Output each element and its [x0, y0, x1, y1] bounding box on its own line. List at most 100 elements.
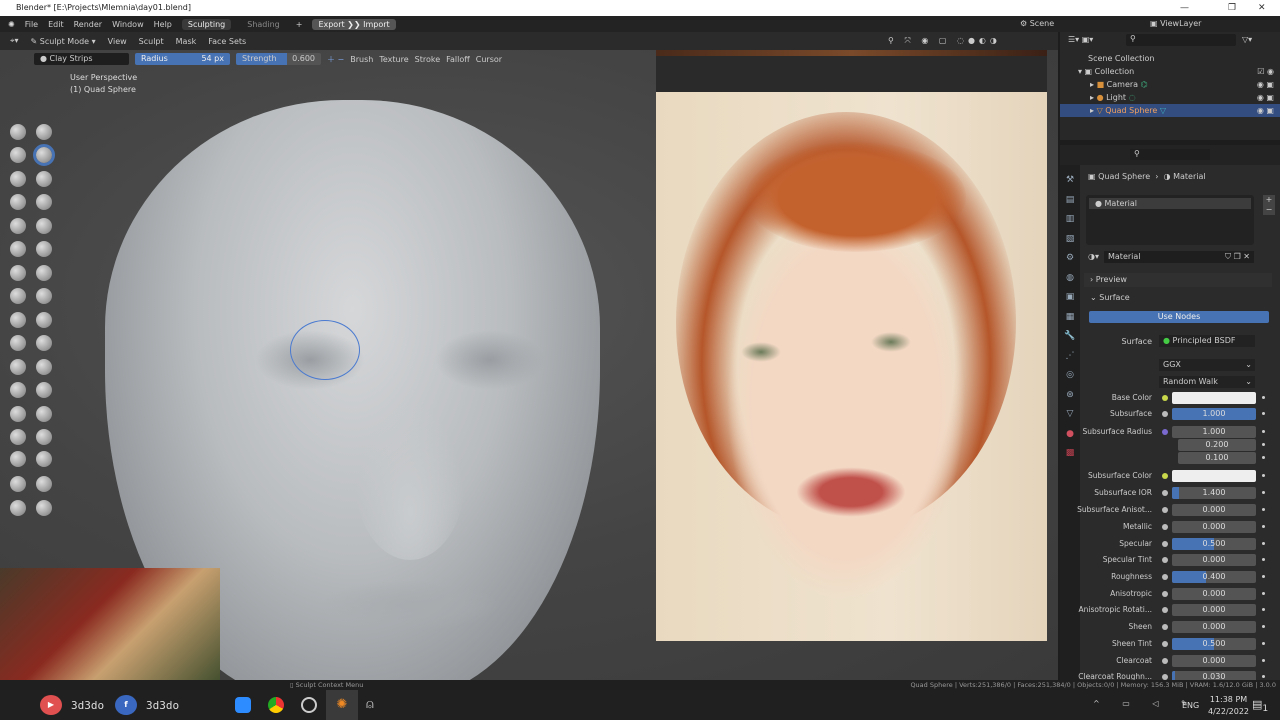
- input-value-field[interactable]: 0.000: [1172, 504, 1256, 516]
- menu-render[interactable]: Render: [74, 20, 102, 29]
- editor-type-icon[interactable]: ⌖▾: [10, 36, 19, 46]
- keyframe-dot-icon[interactable]: [1262, 456, 1265, 459]
- socket-icon[interactable]: [1162, 507, 1168, 513]
- sculpt-brush-tool-icon[interactable]: [10, 241, 26, 257]
- socket-icon[interactable]: [1162, 574, 1168, 580]
- clock[interactable]: 11:38 PM 4/22/2022: [1208, 695, 1249, 716]
- outliner-item-light[interactable]: ▸ ● Light ◌ ◉ ▣: [1060, 91, 1280, 104]
- socket-icon[interactable]: [1162, 607, 1168, 613]
- sculpt-brush-tool-icon[interactable]: [10, 451, 26, 467]
- input-value-field[interactable]: 0.000: [1172, 554, 1256, 566]
- falloff-menu[interactable]: Falloff: [446, 55, 470, 64]
- keyframe-dot-icon[interactable]: [1262, 659, 1265, 662]
- keyframe-dot-icon[interactable]: [1262, 412, 1265, 415]
- visibility-icon[interactable]: ◉ ▣: [1257, 104, 1274, 117]
- brush-selector[interactable]: ● Clay Strips: [34, 53, 129, 65]
- sculpt-brush-tool-icon[interactable]: [10, 147, 26, 163]
- sculpt-brush-tool-icon[interactable]: [10, 312, 26, 328]
- tab-shading[interactable]: Shading: [241, 19, 286, 30]
- texture-menu[interactable]: Texture: [379, 55, 408, 64]
- socket-icon[interactable]: [1162, 541, 1168, 547]
- sculpt-brush-tool-icon[interactable]: [10, 171, 26, 187]
- brush-menu[interactable]: Brush: [350, 55, 373, 64]
- material-browse-icon[interactable]: ◑▾: [1088, 252, 1099, 261]
- sculpt-brush-tool-icon[interactable]: [10, 500, 26, 516]
- socket-icon[interactable]: [1162, 624, 1168, 630]
- socket-icon[interactable]: [1162, 473, 1168, 479]
- input-value-field[interactable]: 0.000: [1172, 521, 1256, 533]
- input-value-field[interactable]: 1.000: [1172, 408, 1256, 420]
- sculpt-brush-tool-icon[interactable]: [36, 218, 52, 234]
- sculpt-brush-tool-icon[interactable]: [10, 124, 26, 140]
- sculpt-brush-tool-icon[interactable]: [10, 406, 26, 422]
- menu-face-sets[interactable]: Face Sets: [208, 37, 246, 46]
- maximize-button[interactable]: ❐: [1228, 0, 1236, 16]
- socket-icon[interactable]: [1162, 395, 1168, 401]
- menu-sculpt[interactable]: Sculpt: [139, 37, 164, 46]
- filter-icon[interactable]: ▽▾: [1242, 35, 1252, 44]
- distribution-dropdown[interactable]: GGX ⌄: [1159, 359, 1255, 371]
- surface-shader-field[interactable]: ● Principled BSDF: [1159, 335, 1255, 347]
- sculpt-brush-tool-icon[interactable]: [36, 288, 52, 304]
- material-name-field[interactable]: Material ⛉ ❐ ✕: [1104, 251, 1254, 263]
- visibility-icon[interactable]: ◉ ▣: [1257, 78, 1274, 91]
- socket-icon[interactable]: [1162, 490, 1168, 496]
- keyframe-dot-icon[interactable]: [1262, 642, 1265, 645]
- strength-slider[interactable]: Strength 0.600: [236, 53, 321, 65]
- sculpt-brush-tool-icon[interactable]: [10, 265, 26, 281]
- keyframe-dot-icon[interactable]: [1262, 625, 1265, 628]
- tab-sculpting[interactable]: Sculpting: [181, 18, 232, 30]
- viewlayer-selector[interactable]: ▣ ViewLayer: [1150, 19, 1201, 28]
- sculpt-brush-tool-icon[interactable]: [36, 265, 52, 281]
- socket-icon[interactable]: [1162, 557, 1168, 563]
- input-value-field[interactable]: 0.000: [1172, 588, 1256, 600]
- menu-help[interactable]: Help: [154, 20, 172, 29]
- subsurface-method-dropdown[interactable]: Random Walk ⌄: [1159, 376, 1255, 388]
- input-value-field[interactable]: [1172, 392, 1256, 404]
- keyframe-dot-icon[interactable]: [1262, 430, 1265, 433]
- input-value-field[interactable]: 0.400: [1172, 571, 1256, 583]
- blender-logo-icon[interactable]: ✺: [8, 20, 15, 29]
- sculpt-brush-tool-icon[interactable]: [36, 312, 52, 328]
- properties-search[interactable]: ⚲: [1130, 149, 1210, 160]
- visibility-icon[interactable]: ◉ ▣: [1257, 91, 1274, 104]
- sculpt-brush-tool-icon[interactable]: [36, 359, 52, 375]
- socket-icon[interactable]: [1162, 429, 1168, 435]
- add-direction-icon[interactable]: ＋ −: [327, 54, 344, 65]
- language-indicator[interactable]: ENG: [1182, 701, 1199, 710]
- sculpt-brush-tool-icon[interactable]: [10, 335, 26, 351]
- keyframe-dot-icon[interactable]: [1262, 558, 1265, 561]
- keyframe-dot-icon[interactable]: [1262, 575, 1265, 578]
- keyframe-dot-icon[interactable]: [1262, 608, 1265, 611]
- input-value-field[interactable]: 0.500: [1172, 538, 1256, 550]
- outliner-item-scene-collection[interactable]: Scene Collection: [1060, 52, 1280, 65]
- sculpt-brush-tool-icon[interactable]: [33, 144, 55, 166]
- notification-icon[interactable]: ▤1: [1252, 698, 1268, 714]
- menu-mask[interactable]: Mask: [176, 37, 197, 46]
- radius-slider[interactable]: Radius 54 px: [135, 53, 230, 65]
- input-value-field[interactable]: 0.500: [1172, 638, 1256, 650]
- input-value-field[interactable]: 1.000: [1172, 426, 1256, 438]
- socket-icon[interactable]: [1162, 411, 1168, 417]
- material-actions[interactable]: ⛉ ❐ ✕: [1225, 251, 1250, 263]
- input-value-field[interactable]: 0.000: [1172, 655, 1256, 667]
- keyframe-dot-icon[interactable]: [1262, 396, 1265, 399]
- sculpt-brush-tool-icon[interactable]: [36, 171, 52, 187]
- sculpt-brush-tool-icon[interactable]: [36, 406, 52, 422]
- scene-selector[interactable]: ⚙ Scene: [1020, 19, 1054, 28]
- socket-icon[interactable]: [1162, 591, 1168, 597]
- socket-icon[interactable]: [1162, 641, 1168, 647]
- menu-edit[interactable]: Edit: [48, 20, 64, 29]
- zoom-app-icon[interactable]: [235, 697, 251, 713]
- input-value-field[interactable]: [1172, 470, 1256, 482]
- material-slots-list[interactable]: ● Material: [1086, 195, 1254, 245]
- use-nodes-button[interactable]: Use Nodes: [1089, 311, 1269, 323]
- preview-panel-header[interactable]: › Preview: [1084, 273, 1272, 287]
- close-button[interactable]: ✕: [1258, 0, 1266, 16]
- input-value-field[interactable]: 0.100: [1178, 452, 1256, 464]
- sculpt-brush-tool-icon[interactable]: [10, 194, 26, 210]
- keyframe-dot-icon[interactable]: [1262, 675, 1265, 678]
- sculpt-brush-tool-icon[interactable]: [36, 241, 52, 257]
- outliner-search[interactable]: ⚲: [1126, 34, 1236, 46]
- outliner-item-camera[interactable]: ▸ ■ Camera ⌬ ◉ ▣: [1060, 78, 1280, 91]
